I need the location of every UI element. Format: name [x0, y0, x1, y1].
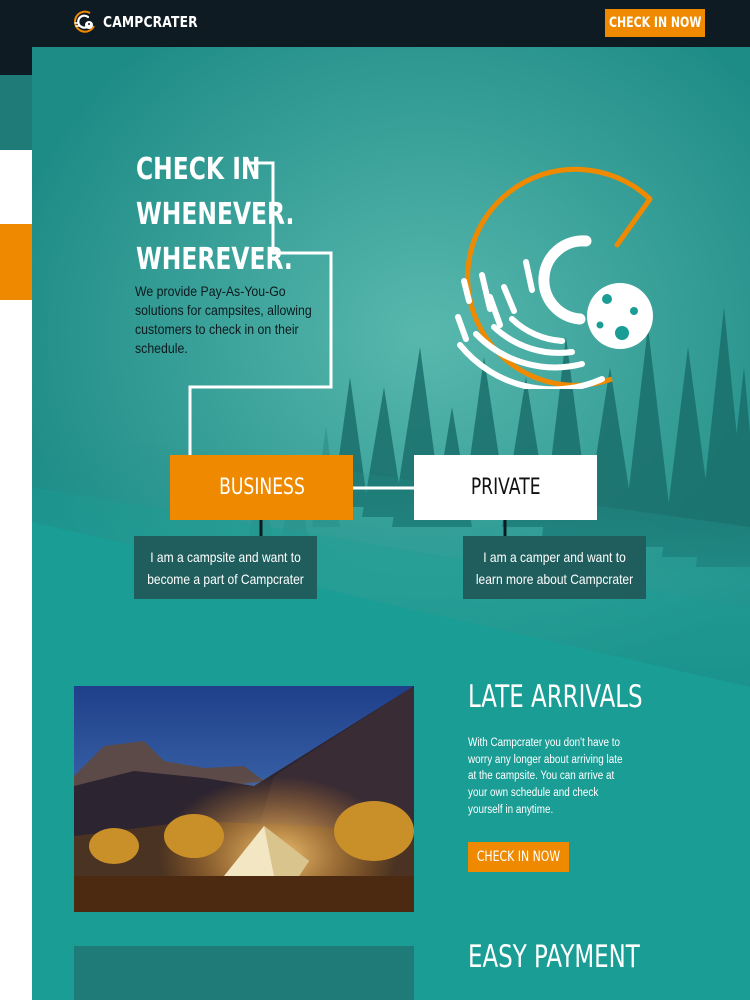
check-in-now-label: CHECK IN NOW: [476, 849, 561, 865]
campcrater-logo-icon[interactable]: [70, 8, 98, 36]
brand-name[interactable]: CAMPCRATER: [103, 13, 198, 31]
sidebar-strip-teal: [0, 75, 32, 150]
business-label: BUSINESS: [218, 475, 305, 500]
late-arrivals-description: With Campcrater you don't have to worry …: [468, 735, 638, 819]
late-arrivals-description-text: With Campcrater you don't have to worry …: [468, 737, 623, 816]
private-button[interactable]: PRIVATE: [414, 455, 597, 520]
tent-at-night-photo: [74, 686, 414, 912]
check-in-now-button[interactable]: CHECK IN NOW: [468, 842, 569, 872]
main-panel: CHECK IN WHENEVER. WHEREVER. We provide …: [32, 47, 750, 1000]
check-in-now-button[interactable]: CHECK IN NOW: [605, 9, 705, 37]
hero-title-line: WHENEVER.: [136, 197, 295, 232]
private-label: PRIVATE: [470, 475, 541, 500]
business-description: I am a campsite and want to become a par…: [134, 536, 317, 599]
business-button[interactable]: BUSINESS: [170, 455, 353, 520]
hero-description-text: We provide Pay-As-You-Go solutions for c…: [135, 283, 312, 356]
check-in-now-label: CHECK IN NOW: [608, 15, 702, 31]
easy-payment-title: EASY PAYMENT: [468, 939, 640, 975]
hero-title: CHECK IN WHENEVER. WHEREVER.: [136, 147, 339, 282]
business-description-text: I am a campsite and want to become a par…: [147, 548, 304, 587]
private-description: I am a camper and want to learn more abo…: [463, 536, 646, 599]
hero-title-line: WHEREVER.: [136, 242, 293, 277]
top-navbar: CAMPCRATER CHECK IN NOW: [0, 0, 750, 47]
easy-payment-image: [74, 946, 414, 1000]
sidebar-strip-dark: [0, 47, 32, 75]
campcrater-crater-logo-icon: [455, 166, 653, 389]
hero-title-line: CHECK IN: [136, 152, 261, 187]
private-description-text: I am a camper and want to learn more abo…: [475, 548, 634, 587]
late-arrivals-title: LATE ARRIVALS: [468, 679, 643, 715]
sidebar-strip-orange: [0, 224, 32, 300]
hero-description: We provide Pay-As-You-Go solutions for c…: [135, 282, 315, 358]
